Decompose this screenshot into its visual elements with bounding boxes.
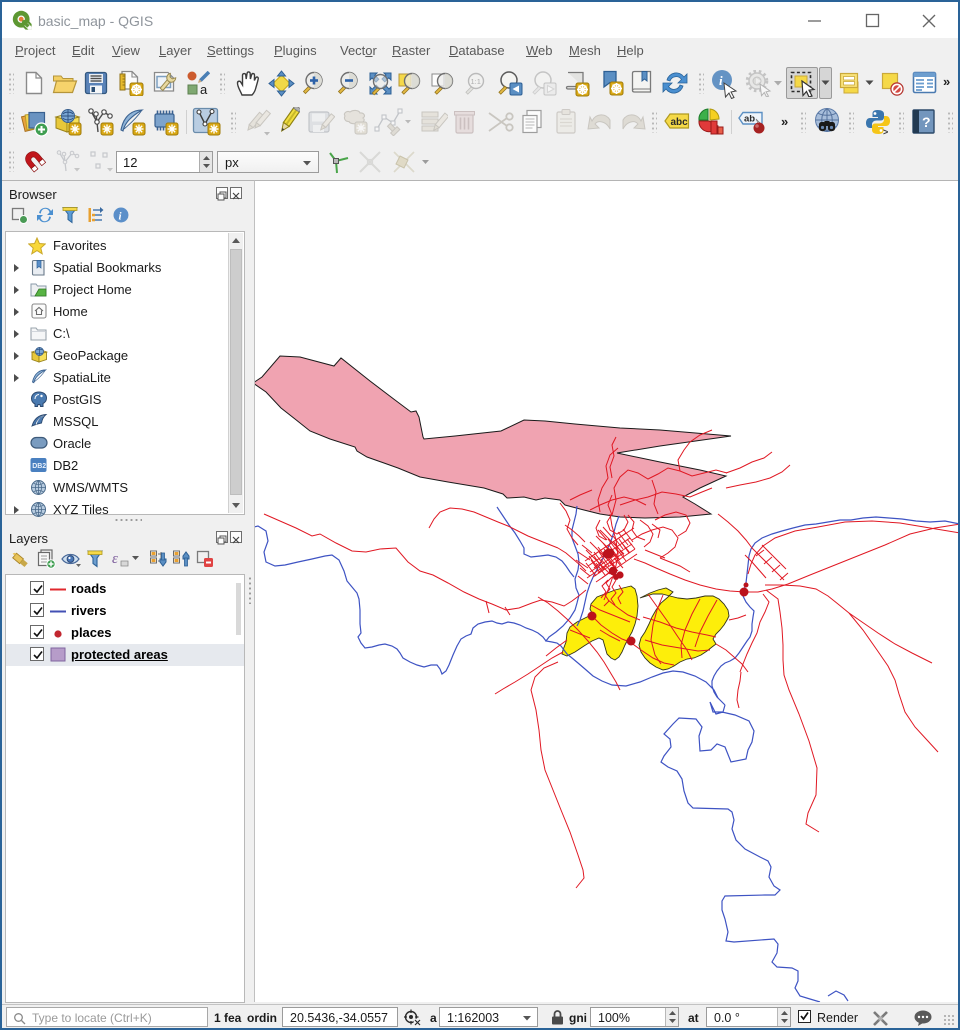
svg-text:1:1: 1:1	[471, 77, 481, 86]
svg-text:ab: ab	[744, 114, 755, 125]
svg-text:>: >	[883, 127, 888, 136]
svg-text:DB2: DB2	[32, 463, 46, 470]
svg-text:abc: abc	[671, 117, 689, 128]
svg-text:?: ?	[922, 114, 931, 130]
svg-text:ε: ε	[112, 551, 118, 567]
svg-text:i: i	[719, 73, 723, 88]
svg-text:a: a	[200, 82, 208, 95]
